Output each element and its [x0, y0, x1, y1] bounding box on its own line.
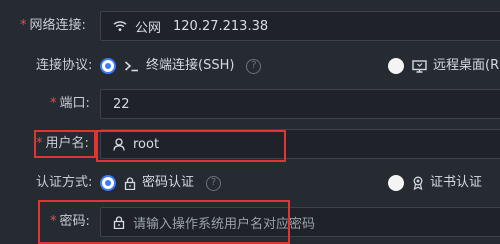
auth-cert-option[interactable]: 证书认证: [388, 173, 482, 193]
network-field: 公网 120.27.213.38: [100, 11, 500, 41]
protocol-label: 连接协议:: [36, 58, 93, 73]
port-label: * 端口:: [50, 96, 90, 111]
ssh-option-label: 终端连接(SSH): [146, 58, 235, 73]
username-input-highlight: [96, 130, 286, 162]
port-value: 22: [113, 96, 130, 112]
network-ip: 120.27.213.38: [173, 18, 269, 34]
password-highlight: [38, 200, 290, 244]
network-label: * 网络连接:: [20, 18, 86, 33]
required-asterisk: *: [50, 96, 57, 111]
lock-icon: [124, 176, 136, 190]
port-input[interactable]: 22: [100, 89, 500, 119]
username-label: * 用户名:: [36, 136, 89, 151]
protocol-ssh-option[interactable]: 终端连接(SSH) ?: [100, 56, 262, 76]
auth-label: 认证方式:: [36, 175, 93, 190]
ssh-radio[interactable]: [100, 58, 116, 74]
password-auth-radio[interactable]: [100, 175, 116, 191]
wifi-icon: [113, 20, 127, 32]
protocol-rdp-option[interactable]: 远程桌面(R: [388, 56, 499, 76]
rdp-radio[interactable]: [388, 58, 404, 74]
required-asterisk: *: [20, 18, 27, 33]
help-icon[interactable]: ?: [246, 58, 262, 74]
network-name: 公网: [135, 20, 162, 36]
cert-auth-label: 证书认证: [430, 175, 483, 190]
rdp-option-label: 远程桌面(R: [433, 58, 500, 73]
cert-auth-radio[interactable]: [388, 175, 404, 191]
required-asterisk: *: [36, 136, 43, 151]
help-icon[interactable]: ?: [206, 175, 222, 191]
certificate-icon: [412, 176, 424, 190]
desktop-icon: [412, 59, 427, 73]
auth-password-option[interactable]: 密码认证 ?: [100, 173, 222, 193]
password-auth-label: 密码认证: [142, 175, 195, 190]
terminal-icon: [124, 60, 140, 72]
